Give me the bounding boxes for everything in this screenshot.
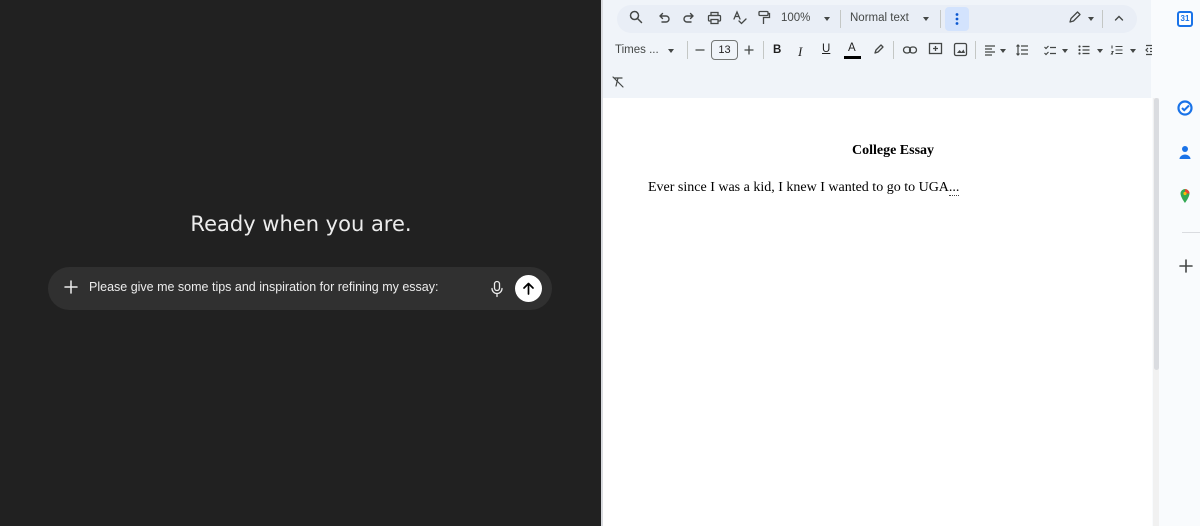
more-vert-icon — [955, 13, 959, 25]
document-body[interactable]: Ever since I was a kid, I knew I wanted … — [648, 180, 960, 196]
calendar-icon[interactable]: 31 — [1177, 11, 1193, 27]
toolbar-separator — [940, 10, 941, 28]
toolbar-separator — [1102, 10, 1103, 28]
more-options-button[interactable] — [945, 7, 969, 31]
link-icon[interactable] — [902, 43, 920, 61]
docs-toolbar: 100% Normal text Times ... 13 B I U A — [603, 0, 1181, 98]
side-panel-separator — [1182, 232, 1200, 233]
document-title: College Essay — [851, 143, 935, 158]
bold-button[interactable]: B — [773, 44, 781, 56]
chat-pane: Ready when you are. Please give me some … — [0, 0, 602, 526]
font-select[interactable]: Times ... — [615, 44, 659, 56]
bulleted-list-icon[interactable] — [1077, 43, 1095, 61]
chat-composer[interactable]: Please give me some tips and inspiration… — [48, 267, 552, 310]
toolbar-separator — [687, 41, 688, 59]
bulleted-list-caret-icon[interactable] — [1097, 49, 1103, 53]
spellcheck-icon[interactable] — [732, 10, 750, 28]
align-caret-icon[interactable] — [1000, 49, 1006, 53]
style-caret-icon[interactable] — [923, 17, 929, 21]
document-scrollbar[interactable] — [1153, 98, 1159, 526]
italic-button[interactable]: I — [798, 44, 802, 60]
print-icon[interactable] — [707, 11, 725, 29]
insert-image-icon[interactable] — [953, 42, 971, 60]
microphone-icon[interactable] — [489, 280, 505, 298]
arrow-up-icon — [523, 282, 534, 295]
checklist-icon[interactable] — [1043, 43, 1061, 61]
contacts-icon[interactable] — [1177, 144, 1193, 160]
decrease-font-size-icon[interactable] — [693, 43, 711, 61]
redo-icon[interactable] — [682, 11, 700, 29]
toolbar-separator — [893, 41, 894, 59]
plus-icon[interactable] — [62, 278, 80, 296]
chat-heading: Ready when you are. — [190, 212, 412, 236]
zoom-select[interactable]: 100% — [781, 12, 810, 24]
align-left-icon[interactable] — [983, 43, 1001, 61]
document-page[interactable] — [603, 98, 1153, 526]
side-panel: 31 — [1152, 0, 1200, 526]
text-color-swatch — [844, 56, 861, 59]
numbered-list-icon[interactable] — [1110, 43, 1128, 61]
zoom-caret-icon[interactable] — [824, 17, 830, 21]
editing-mode-caret-icon[interactable] — [1088, 17, 1094, 21]
plus-icon[interactable] — [1179, 259, 1195, 275]
collapse-toolbar-icon[interactable] — [1112, 11, 1130, 29]
chat-prompt-input[interactable]: Please give me some tips and inspiration… — [89, 280, 438, 294]
maps-icon[interactable] — [1177, 188, 1193, 204]
numbered-list-caret-icon[interactable] — [1130, 49, 1136, 53]
spelling-suggestion-underline[interactable]: ... — [948, 180, 960, 196]
editing-mode-icon[interactable] — [1068, 10, 1086, 28]
highlight-pen-icon[interactable] — [872, 42, 890, 60]
toolbar-row-primary: 100% Normal text — [617, 5, 1137, 33]
paint-format-icon[interactable] — [757, 10, 775, 28]
scrollbar-thumb[interactable] — [1154, 98, 1159, 370]
undo-icon[interactable] — [657, 11, 675, 29]
send-button[interactable] — [515, 275, 542, 302]
line-spacing-icon[interactable] — [1015, 43, 1033, 61]
document-body-text: Ever since I was a kid, I knew I wanted … — [648, 180, 949, 195]
tasks-icon[interactable] — [1177, 100, 1193, 116]
toolbar-separator — [763, 41, 764, 59]
search-icon[interactable] — [629, 10, 647, 28]
font-size-input[interactable]: 13 — [711, 40, 738, 60]
checklist-caret-icon[interactable] — [1062, 49, 1068, 53]
increase-font-size-icon[interactable] — [742, 43, 760, 61]
toolbar-separator — [840, 10, 841, 28]
text-color-button[interactable]: A — [848, 42, 856, 54]
toolbar-separator — [975, 41, 976, 59]
font-caret-icon[interactable] — [668, 49, 674, 53]
docs-pane: 100% Normal text Times ... 13 B I U A Co… — [603, 0, 1200, 526]
add-comment-icon[interactable] — [928, 42, 946, 60]
clear-formatting-icon[interactable] — [611, 75, 629, 93]
underline-button[interactable]: U — [822, 43, 830, 55]
style-select[interactable]: Normal text — [850, 12, 909, 24]
